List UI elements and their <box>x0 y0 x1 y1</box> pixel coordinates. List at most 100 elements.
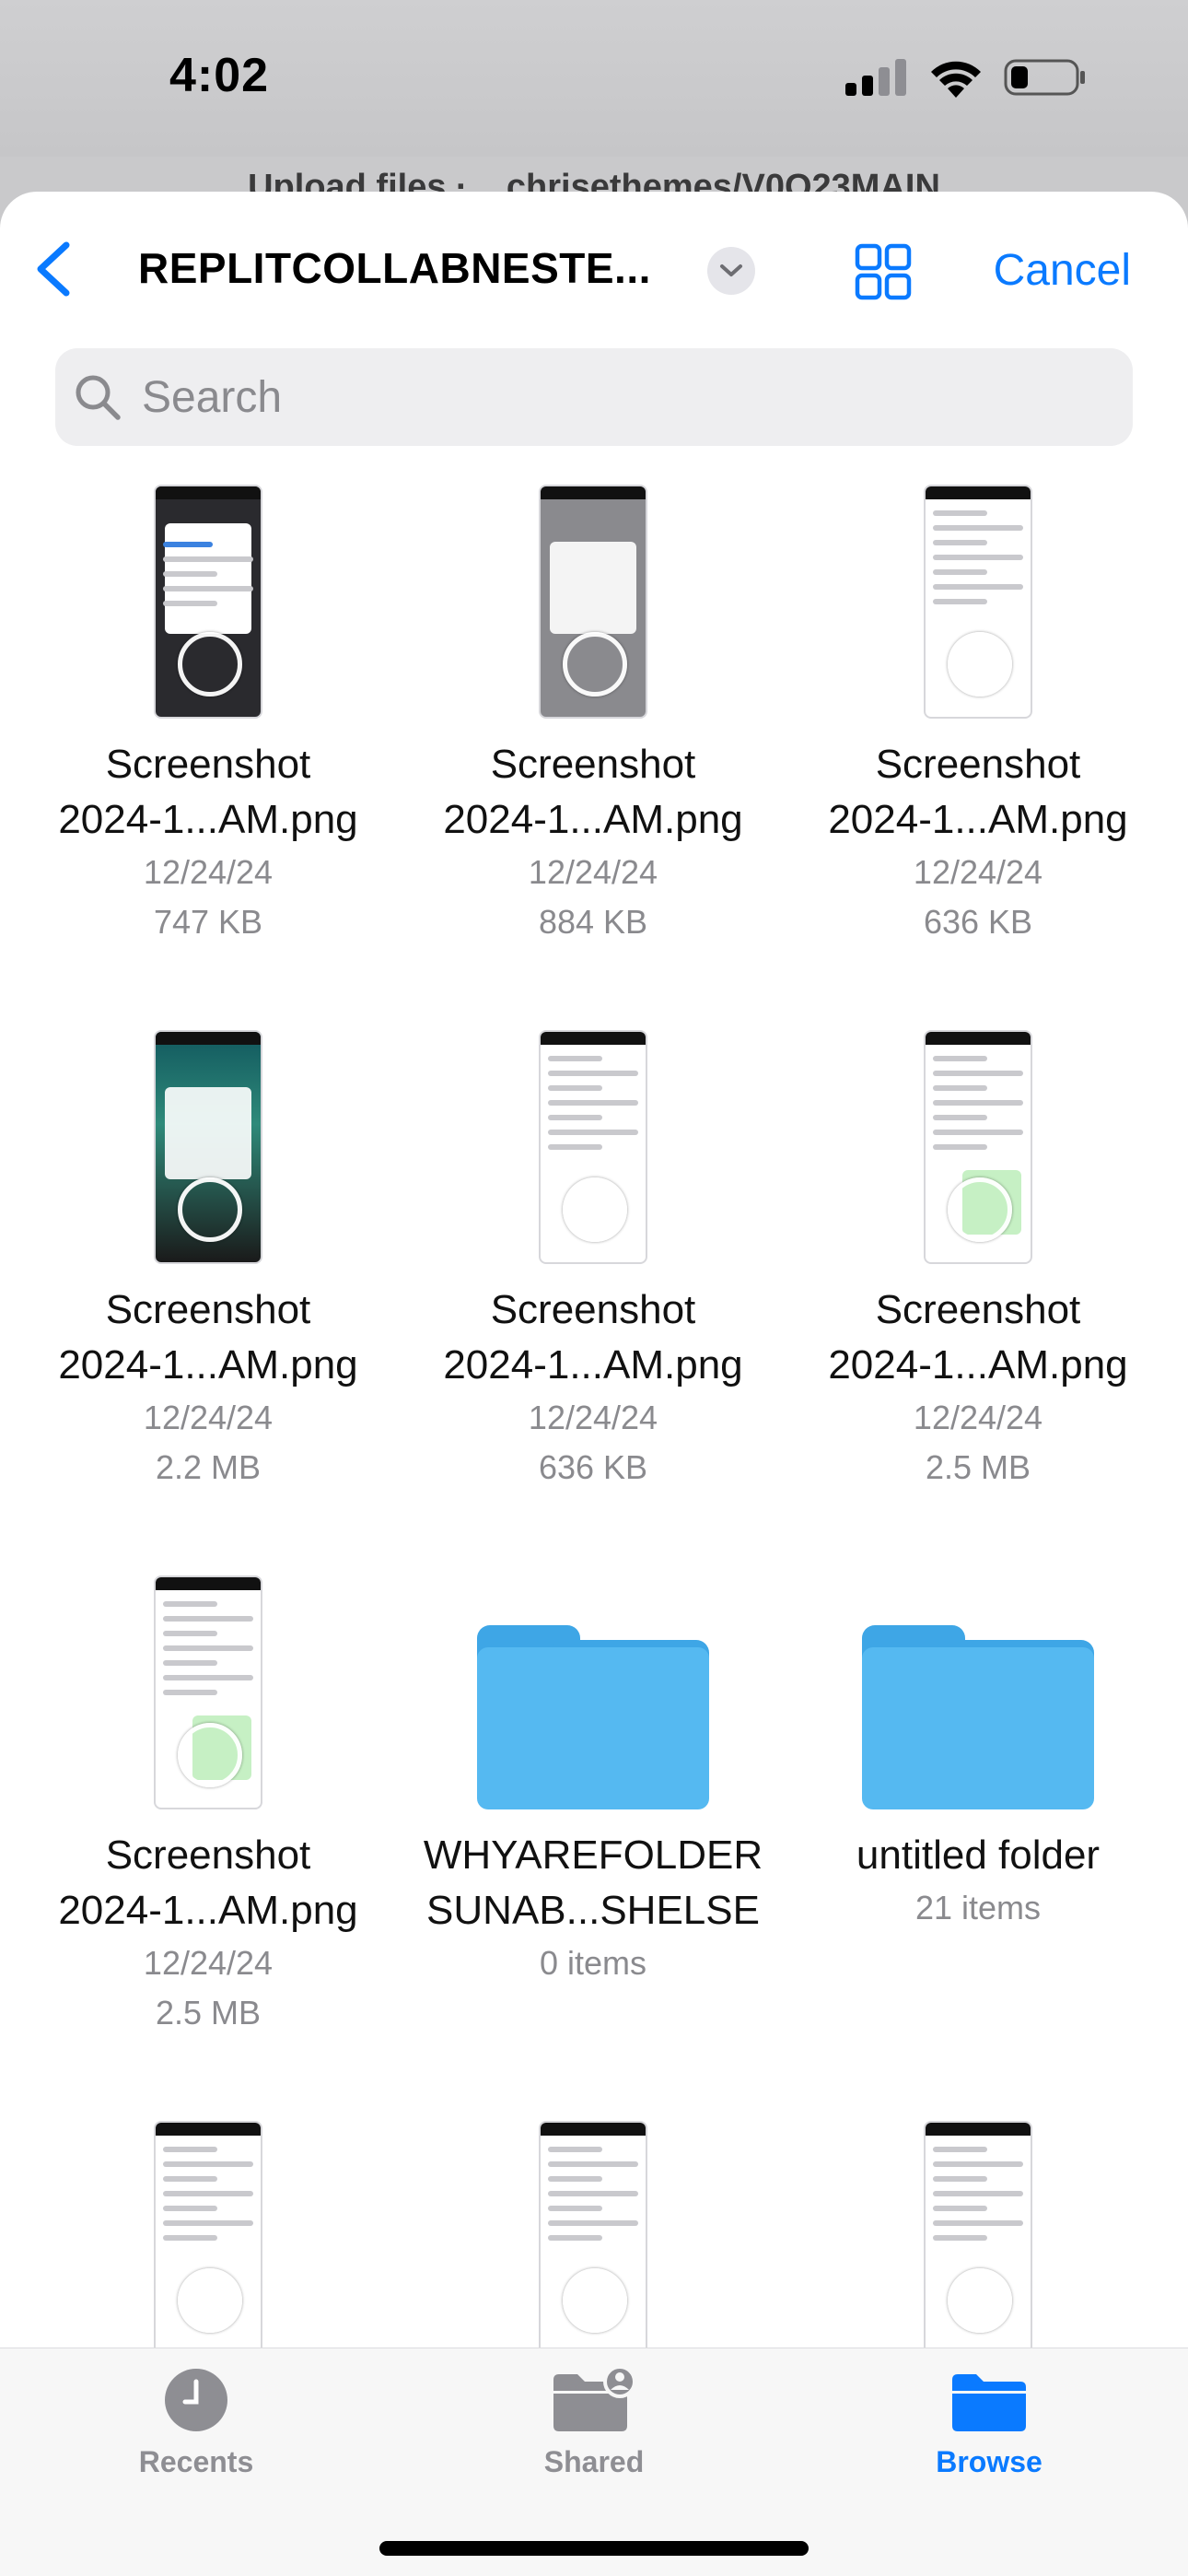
folder-item[interactable]: untitled folder 21 items <box>786 1550 1171 1933</box>
item-name-line2: 2024-1...AM.png <box>58 1888 358 1933</box>
folder-item[interactable]: WHYAREFOLDER SUNAB...SHELSE 0 items <box>401 1550 786 1988</box>
item-name-line1: Screenshot <box>105 1287 311 1332</box>
search-input[interactable]: Search <box>55 348 1133 446</box>
file-thumbnail <box>154 1030 262 1264</box>
item-size: 2.5 MB <box>925 1448 1031 1486</box>
file-thumbnail <box>154 485 262 719</box>
item-count: 0 items <box>539 1944 647 1982</box>
playback-ring-icon <box>563 2268 627 2333</box>
thumbnail-wrap <box>16 1550 401 1809</box>
item-name-line2: 2024-1...AM.png <box>828 1342 1128 1388</box>
playback-ring-icon <box>563 1177 627 1242</box>
item-date: 12/24/24 <box>143 1944 274 1982</box>
back-chevron-icon[interactable] <box>31 240 77 299</box>
file-item[interactable] <box>401 2095 786 2355</box>
thumbnail-wrap <box>786 2095 1171 2355</box>
item-name-line2: 2024-1...AM.png <box>58 797 358 842</box>
item-name-line1: Screenshot <box>105 1832 311 1878</box>
file-thumbnail <box>539 1030 647 1264</box>
file-thumbnail <box>154 1575 262 1809</box>
file-item[interactable]: Screenshot 2024-1...AM.png 12/24/24 2.5 MB <box>16 1550 401 2038</box>
navigation-bar: REPLITCOLLABNESTE... Cancel <box>0 192 1188 346</box>
file-thumbnail <box>924 2121 1032 2355</box>
search-icon <box>76 375 121 420</box>
playback-ring-icon <box>178 2268 242 2333</box>
tab-browse[interactable]: Browse <box>851 2367 1127 2479</box>
file-item[interactable] <box>16 2095 401 2355</box>
item-size: 884 KB <box>538 903 648 941</box>
thumbnail-wrap <box>16 1004 401 1264</box>
tab-recents[interactable]: Recents <box>58 2367 334 2479</box>
status-icons <box>845 57 1087 98</box>
shared-folder-icon <box>553 2365 636 2431</box>
file-thumbnail <box>924 1030 1032 1264</box>
item-size: 636 KB <box>923 903 1033 941</box>
folder-icon-wrap <box>401 1550 786 1809</box>
thumbnail-wrap <box>401 2095 786 2355</box>
thumbnail-wrap <box>16 2095 401 2355</box>
file-picker-sheet: REPLITCOLLABNESTE... Cancel Search Scree… <box>0 192 1188 2576</box>
file-item[interactable]: Screenshot 2024-1...AM.png 12/24/24 636 KB <box>401 1004 786 1493</box>
thumbnail-wrap <box>786 1004 1171 1264</box>
item-name-line2: 2024-1...AM.png <box>443 1342 743 1388</box>
tab-recents-label: Recents <box>138 2445 254 2478</box>
folder-icon-wrap <box>786 1550 1171 1809</box>
file-item[interactable]: Screenshot 2024-1...AM.png 12/24/24 2.2 MB <box>16 1004 401 1493</box>
tab-shared[interactable]: Shared <box>456 2365 732 2479</box>
tab-browse-label: Browse <box>936 2445 1042 2478</box>
thumbnail-wrap <box>401 1004 786 1264</box>
item-name-line2: 2024-1...AM.png <box>443 797 743 842</box>
folder-title[interactable]: REPLITCOLLABNESTE... <box>138 243 651 293</box>
thumbnail-wrap <box>786 459 1171 719</box>
folder-icon <box>477 1625 709 1809</box>
item-size: 2.5 MB <box>155 1994 262 2032</box>
thumbnail-wrap <box>16 459 401 719</box>
clock-icon <box>165 2369 227 2431</box>
item-date: 12/24/24 <box>528 1399 658 1436</box>
playback-ring-icon <box>563 632 627 697</box>
item-count: 21 items <box>914 1889 1042 1926</box>
thumbnail-wrap <box>401 459 786 719</box>
playback-ring-icon <box>948 2268 1012 2333</box>
file-thumbnail <box>539 485 647 719</box>
grid-view-icon[interactable] <box>855 243 912 300</box>
item-date: 12/24/24 <box>528 853 658 891</box>
item-name-line1: Screenshot <box>490 1287 696 1332</box>
file-thumbnail <box>924 485 1032 719</box>
item-name-line1: Screenshot <box>490 742 696 787</box>
file-item[interactable]: Screenshot 2024-1...AM.png 12/24/24 884 KB <box>401 459 786 947</box>
item-size: 2.2 MB <box>155 1448 262 1486</box>
item-size: 747 KB <box>153 903 263 941</box>
item-date: 12/24/24 <box>913 853 1043 891</box>
chevron-down-icon <box>720 264 742 276</box>
battery-icon <box>1004 59 1085 96</box>
item-date: 12/24/24 <box>913 1399 1043 1436</box>
item-name-line2: 2024-1...AM.png <box>828 797 1128 842</box>
item-name-line1: Screenshot <box>875 742 1081 787</box>
item-name-line1: Screenshot <box>105 742 311 787</box>
playback-ring-icon <box>948 632 1012 697</box>
wifi-icon <box>931 61 981 98</box>
item-name-line2: SUNAB...SHELSE <box>426 1888 760 1933</box>
folder-menu-button[interactable] <box>707 247 755 295</box>
status-bar: 4:02 <box>0 0 1188 157</box>
status-time: 4:02 <box>169 49 270 102</box>
playback-ring-icon <box>178 1723 242 1787</box>
file-item[interactable]: Screenshot 2024-1...AM.png 12/24/24 2.5 MB <box>786 1004 1171 1493</box>
file-thumbnail <box>154 2121 262 2355</box>
home-indicator <box>379 2541 809 2556</box>
item-date: 12/24/24 <box>143 853 274 891</box>
item-name-line1: Screenshot <box>875 1287 1081 1332</box>
item-date: 12/24/24 <box>143 1399 274 1436</box>
file-item[interactable] <box>786 2095 1171 2355</box>
item-size: 636 KB <box>538 1448 648 1486</box>
folder-icon <box>862 1625 1094 1809</box>
playback-ring-icon <box>178 632 242 697</box>
file-item[interactable]: Screenshot 2024-1...AM.png 12/24/24 747 KB <box>16 459 401 947</box>
cancel-button[interactable]: Cancel <box>994 245 1131 296</box>
file-item[interactable]: Screenshot 2024-1...AM.png 12/24/24 636 KB <box>786 459 1171 947</box>
cellular-signal-icon <box>845 59 906 96</box>
search-placeholder: Search <box>142 372 283 422</box>
folder-icon <box>952 2374 1026 2431</box>
tab-shared-label: Shared <box>543 2445 645 2478</box>
